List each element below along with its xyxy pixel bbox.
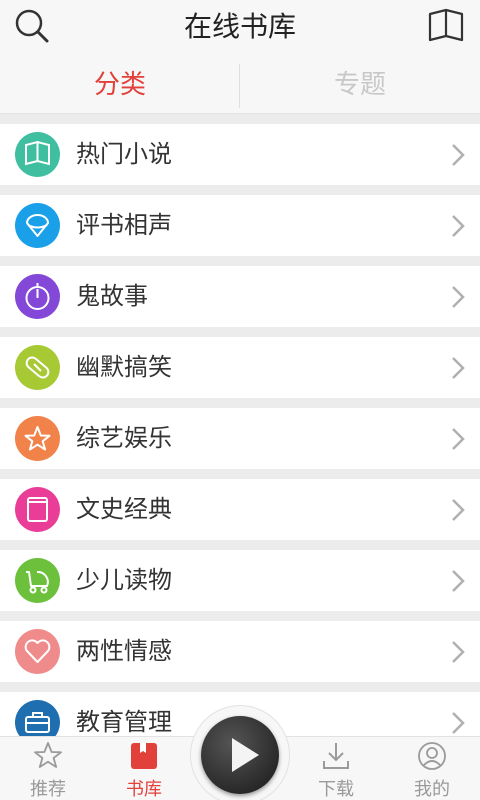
nav-label: 我的: [414, 779, 450, 800]
chevron-right-icon: [452, 712, 465, 734]
category-label: 鬼故事: [76, 282, 148, 310]
user-icon: [418, 742, 446, 770]
category-item[interactable]: 热门小说: [0, 124, 480, 185]
chevron-right-icon: [452, 428, 465, 450]
chevron-right-icon: [452, 570, 465, 592]
nav-download[interactable]: 下载: [288, 737, 384, 800]
category-item[interactable]: 少儿读物: [0, 550, 480, 611]
category-label: 少儿读物: [76, 566, 172, 594]
nav-label: 书库: [126, 779, 162, 800]
category-tabs: 分类 专题: [0, 52, 480, 114]
category-item[interactable]: 文史经典: [0, 479, 480, 540]
category-label: 幽默搞笑: [76, 353, 172, 381]
book-open-icon[interactable]: [426, 6, 466, 46]
top-bar: 在线书库: [0, 0, 480, 52]
chevron-right-icon: [452, 286, 465, 308]
tab-category[interactable]: 分类: [0, 52, 240, 114]
fan-icon: [15, 203, 60, 248]
bookshelf-icon: [131, 743, 157, 769]
chevron-right-icon: [452, 641, 465, 663]
category-item[interactable]: 两性情感: [0, 621, 480, 682]
chevron-right-icon: [452, 215, 465, 237]
book-open-icon: [15, 132, 60, 177]
category-label: 评书相声: [76, 211, 172, 239]
timer-icon: [15, 274, 60, 319]
category-item[interactable]: 幽默搞笑: [0, 337, 480, 398]
nav-label: 推荐: [30, 779, 66, 800]
category-label: 综艺娱乐: [76, 424, 172, 452]
chevron-right-icon: [452, 144, 465, 166]
download-icon: [323, 743, 349, 769]
category-item[interactable]: 综艺娱乐: [0, 408, 480, 469]
pill-icon: [15, 345, 60, 390]
play-button[interactable]: [201, 716, 279, 794]
star-outline-icon: [34, 742, 62, 768]
category-item[interactable]: 鬼故事: [0, 266, 480, 327]
category-label: 热门小说: [76, 140, 172, 168]
nav-mine[interactable]: 我的: [384, 737, 480, 800]
chevron-right-icon: [452, 357, 465, 379]
heart-icon: [15, 629, 60, 674]
tab-topics[interactable]: 专题: [240, 52, 480, 114]
nav-recommend[interactable]: 推荐: [0, 737, 96, 800]
category-label: 文史经典: [76, 495, 172, 523]
category-item[interactable]: 评书相声: [0, 195, 480, 256]
page-title: 在线书库: [183, 10, 296, 43]
notebook-icon: [15, 487, 60, 532]
nav-library[interactable]: 书库: [96, 737, 192, 800]
stroller-icon: [15, 558, 60, 603]
chevron-right-icon: [452, 499, 465, 521]
nav-label: 下载: [318, 779, 354, 800]
star-icon: [15, 416, 60, 461]
play-icon: [232, 738, 259, 772]
category-label: 两性情感: [76, 637, 172, 665]
